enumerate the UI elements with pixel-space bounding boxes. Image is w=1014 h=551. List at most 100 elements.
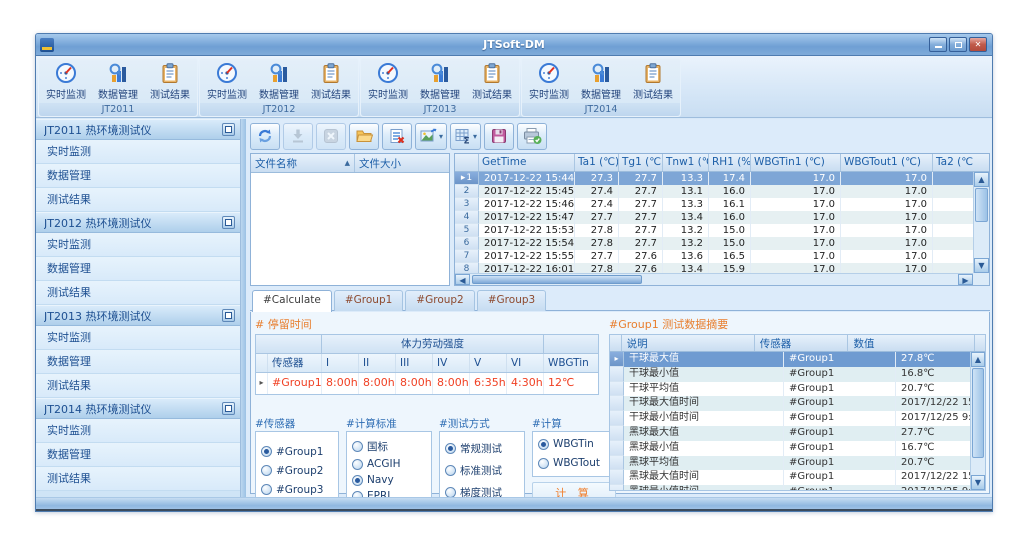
scroll-left-icon[interactable]: ◀ (455, 274, 470, 285)
sidebar-item-test-result[interactable]: 测试结果 (36, 374, 240, 398)
summary-row[interactable]: 黑球最小值 #Group1 16.7℃ (610, 441, 970, 456)
grid-row[interactable]: 7 2017-12-22 15:55:00 27.7 27.6 13.6 16.… (455, 250, 973, 263)
grid-column-header[interactable]: WBGTout1 (℃) (841, 154, 933, 171)
summary-row[interactable]: 干球最小值时间 #Group1 2017/12/25 9:27:00 (610, 411, 970, 426)
file-list-body[interactable] (251, 173, 449, 285)
grid-row[interactable]: 3 2017-12-22 15:46:00 27.4 27.7 13.3 16.… (455, 198, 973, 211)
grid-vertical-scrollbar[interactable]: ▲ ▼ (973, 172, 989, 273)
standard-radio[interactable]: Navy (352, 474, 426, 486)
grid-row[interactable]: 2 2017-12-22 15:45:00 27.4 27.7 13.1 16.… (455, 185, 973, 198)
standard-radio[interactable]: EPRI (352, 490, 426, 497)
data-manage-button[interactable]: 数据管理 (576, 59, 627, 103)
summary-row[interactable]: 黑球最大值时间 #Group1 2017/12/22 15:44:00 (610, 470, 970, 485)
print-button[interactable] (517, 123, 547, 150)
sidebar-item-data-manage[interactable]: 数据管理 (36, 443, 240, 467)
grid-column-header[interactable]: GetTime (479, 154, 575, 171)
summary-row[interactable]: 干球平均值 #Group1 20.7℃ (610, 382, 970, 397)
calc-radio[interactable]: WBGTout (538, 457, 610, 469)
sidebar-item-test-result[interactable]: 测试结果 (36, 281, 240, 305)
sensor-radio[interactable]: #Group2 (261, 465, 333, 477)
open-folder-button[interactable] (349, 123, 379, 150)
grid-column-header[interactable]: Ta2 (℃ (933, 154, 989, 171)
scroll-down-icon[interactable]: ▼ (974, 258, 989, 273)
realtime-monitor-button[interactable]: 实时监测 (202, 59, 253, 103)
tab[interactable]: #Group2 (405, 290, 474, 311)
grid-row[interactable]: 1 2017-12-22 15:44:00 27.3 27.7 13.3 17.… (455, 172, 973, 185)
sidebar-item-realtime[interactable]: 实时监测 (36, 233, 240, 257)
refresh-button[interactable] (250, 123, 280, 150)
sidebar-item-data-manage[interactable]: 数据管理 (36, 257, 240, 281)
sidebar-group-header[interactable]: JT2013 热环境测试仪 (36, 305, 240, 326)
sidebar-item-realtime[interactable]: 实时监测 (36, 419, 240, 443)
summary-vertical-scrollbar[interactable]: ▲ ▼ (970, 352, 985, 490)
delete-list-button[interactable] (382, 123, 412, 150)
summary-col-sensor[interactable]: 传感器 (755, 335, 849, 351)
grid-horizontal-scrollbar[interactable]: ◀ ▶ (455, 273, 973, 285)
tab[interactable]: #Calculate (252, 290, 332, 312)
sidebar-item-test-result[interactable]: 测试结果 (36, 467, 240, 491)
grid-column-header[interactable]: WBGTin1 (℃) (751, 154, 841, 171)
scroll-up-icon[interactable]: ▲ (971, 352, 985, 367)
title-bar[interactable]: JTSoft-DM ✕ (36, 34, 992, 56)
scroll-thumb[interactable] (472, 275, 642, 284)
test-result-button[interactable]: 测试结果 (306, 59, 357, 103)
realtime-monitor-button[interactable]: 实时监测 (363, 59, 414, 103)
tab[interactable]: #Group1 (334, 290, 403, 311)
sidebar-item-realtime[interactable]: 实时监测 (36, 326, 240, 350)
sidebar-item-data-manage[interactable]: 数据管理 (36, 350, 240, 374)
summary-row[interactable]: 干球最大值时间 #Group1 2017/12/22 15:53:00 (610, 396, 970, 411)
mode-radio[interactable]: 梯度测试 (445, 485, 519, 497)
test-result-button[interactable]: 测试结果 (145, 59, 196, 103)
stop-button[interactable] (316, 123, 346, 150)
stay-time-row[interactable]: ▸ #Group1 8:00h8:00h8:00h8:00h6:35h4:30h… (256, 373, 598, 394)
grid-column-header[interactable]: Ta1 (℃) (575, 154, 619, 171)
grid-column-header[interactable]: RH1 (%) (709, 154, 751, 171)
grid-row[interactable]: 4 2017-12-22 15:47:00 27.7 27.7 13.4 16.… (455, 211, 973, 224)
summary-row[interactable]: 黑球平均值 #Group1 20.7℃ (610, 456, 970, 471)
realtime-monitor-button[interactable]: 实时监测 (41, 59, 92, 103)
sidebar-group-header[interactable]: JT2011 热环境测试仪 (36, 119, 240, 140)
sidebar-item-realtime[interactable]: 实时监测 (36, 140, 240, 164)
file-name-column-header[interactable]: 文件名称 ▲ (251, 154, 355, 172)
table-sum-button[interactable]: Σ ▾ (450, 123, 481, 150)
grid-row[interactable]: 5 2017-12-22 15:53:00 27.8 27.7 13.2 15.… (455, 224, 973, 237)
data-manage-button[interactable]: 数据管理 (415, 59, 466, 103)
grid-column-header[interactable]: Tnw1 (℃) (663, 154, 709, 171)
summary-row[interactable]: 黑球最大值 #Group1 27.7℃ (610, 426, 970, 441)
summary-col-value[interactable]: 数值 (848, 335, 975, 351)
standard-radio[interactable]: ACGIH (352, 458, 426, 470)
standard-radio[interactable]: 国标 (352, 439, 426, 454)
sensor-radio[interactable]: #Group1 (261, 446, 333, 458)
group-window-icon[interactable] (222, 123, 235, 136)
test-result-button[interactable]: 测试结果 (628, 59, 679, 103)
summary-row[interactable]: 干球最大值 #Group1 27.8℃ (610, 352, 970, 367)
tab[interactable]: #Group3 (477, 290, 546, 311)
group-window-icon[interactable] (222, 309, 235, 322)
grid-row[interactable]: 6 2017-12-22 15:54:00 27.8 27.7 13.2 15.… (455, 237, 973, 250)
file-size-column-header[interactable]: 文件大小 (355, 154, 449, 172)
group-window-icon[interactable] (222, 402, 235, 415)
save-button[interactable] (484, 123, 514, 150)
ribbon-group-caption[interactable]: JT2011 (39, 103, 197, 116)
scroll-right-icon[interactable]: ▶ (958, 274, 973, 285)
ribbon-group-caption[interactable]: JT2012 (200, 103, 358, 116)
export-image-button[interactable]: ▾ (415, 123, 447, 150)
dropdown-caret-icon[interactable]: ▾ (473, 132, 477, 141)
sidebar-group-header[interactable]: JT2012 热环境测试仪 (36, 212, 240, 233)
sidebar-group-header[interactable]: JT2014 热环境测试仪 (36, 398, 240, 419)
scroll-thumb[interactable] (972, 368, 984, 458)
ribbon-group-caption[interactable]: JT2014 (522, 103, 680, 116)
data-manage-button[interactable]: 数据管理 (254, 59, 305, 103)
mode-radio[interactable]: 常规测试 (445, 441, 519, 456)
realtime-monitor-button[interactable]: 实时监测 (524, 59, 575, 103)
calc-radio[interactable]: WBGTin (538, 438, 610, 450)
summary-row[interactable]: 黑球最小值时间 #Group1 2017/12/25 9:27:00 (610, 485, 970, 490)
ribbon-group-caption[interactable]: JT2013 (361, 103, 519, 116)
sidebar-item-test-result[interactable]: 测试结果 (36, 188, 240, 212)
scroll-up-icon[interactable]: ▲ (974, 172, 989, 187)
dropdown-caret-icon[interactable]: ▾ (439, 132, 443, 141)
test-result-button[interactable]: 测试结果 (467, 59, 518, 103)
sidebar-item-data-manage[interactable]: 数据管理 (36, 164, 240, 188)
summary-row[interactable]: 干球最小值 #Group1 16.8℃ (610, 367, 970, 382)
group-window-icon[interactable] (222, 216, 235, 229)
